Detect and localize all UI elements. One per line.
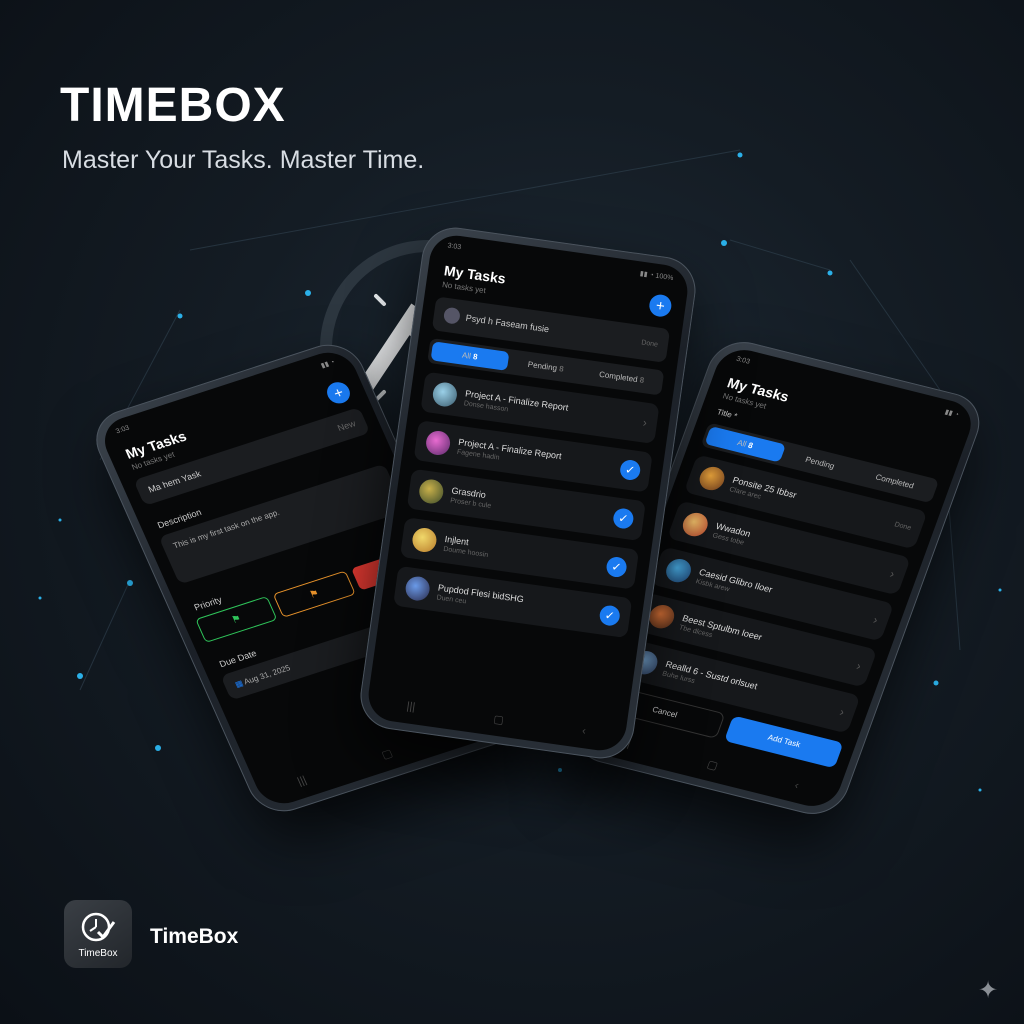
chevron-right-icon: › <box>871 612 880 627</box>
recents-icon[interactable]: ||| <box>296 774 309 789</box>
home-icon[interactable]: ▢ <box>705 758 720 773</box>
flag-icon: ⚑ <box>229 612 244 626</box>
flag-icon: ⚑ <box>307 587 321 601</box>
task-avatar <box>417 477 445 506</box>
brand-name: TimeBox <box>150 925 239 948</box>
chevron-right-icon: › <box>641 415 648 430</box>
chevron-right-icon: › <box>888 566 897 581</box>
plus-icon: + <box>654 296 666 315</box>
task-avatar <box>431 380 459 409</box>
chevron-right-icon: › <box>854 658 864 673</box>
back-icon[interactable]: ‹ <box>581 725 586 738</box>
home-icon[interactable]: ▢ <box>493 712 505 726</box>
checkmark-icon[interactable]: ✓ <box>598 604 622 627</box>
recents-icon[interactable]: ||| <box>406 700 416 714</box>
plus-icon: + <box>330 383 347 402</box>
tab-all[interactable]: All 8 <box>704 425 786 463</box>
tab-completed[interactable]: Completed <box>854 463 935 500</box>
search-hint: Done <box>640 338 659 349</box>
task-avatar <box>696 464 728 493</box>
sparkle-icon: ✦ <box>978 977 999 1004</box>
tab-pending[interactable]: Pending 8 <box>506 352 585 381</box>
checkmark-icon[interactable]: ✓ <box>618 458 642 482</box>
due-date-value: Aug 31, 2025 <box>242 663 292 687</box>
back-icon[interactable]: ‹ <box>793 780 801 793</box>
status-time: 3:03 <box>447 242 462 252</box>
tab-completed[interactable]: Completed 8 <box>582 363 661 392</box>
task-avatar <box>410 526 438 554</box>
task-name-hint: New <box>335 418 358 434</box>
avatar <box>442 306 461 325</box>
task-avatar <box>679 510 712 539</box>
task-avatar <box>424 429 452 457</box>
logo-caption: TimeBox <box>78 947 118 959</box>
home-icon[interactable]: ▢ <box>379 746 395 761</box>
checkmark-icon[interactable]: ✓ <box>605 555 628 579</box>
tab-pending[interactable]: Pending <box>779 445 860 482</box>
hero-title: TIMEBOX <box>60 79 286 132</box>
tab-all[interactable]: All 8 <box>430 341 510 371</box>
checkmark-icon[interactable]: ✓ <box>612 507 635 530</box>
task-avatar <box>662 556 695 585</box>
hero-subtitle: Master Your Tasks. Master Time. <box>62 146 425 174</box>
app-logo: TimeBox <box>64 900 132 968</box>
chevron-right-icon: › <box>837 704 847 719</box>
clock-check-icon <box>81 912 116 941</box>
search-text: Psyd h Faseam fusie <box>465 312 550 335</box>
task-avatar <box>404 575 432 603</box>
